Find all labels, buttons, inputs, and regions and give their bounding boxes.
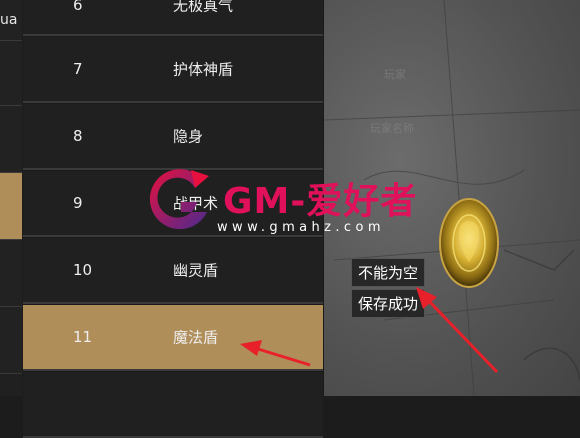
arrow-pointer-icon [416,287,499,374]
annotation-arrows [240,287,499,374]
arrow-pointer-icon [240,340,311,367]
